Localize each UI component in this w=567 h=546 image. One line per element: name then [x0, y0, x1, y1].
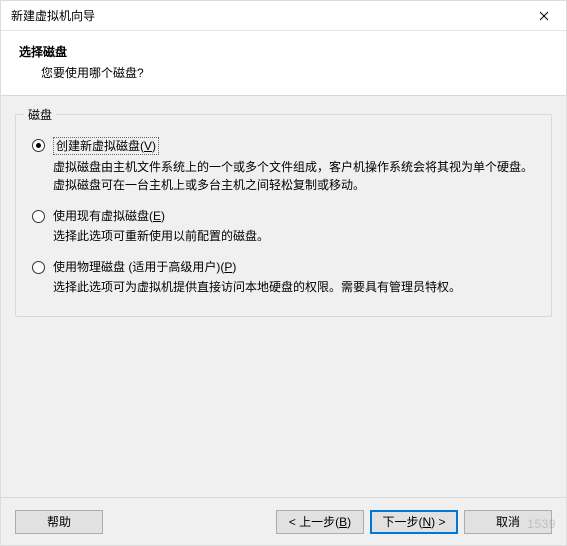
option-existing[interactable]: 使用现有虚拟磁盘(E) 选择此选项可重新使用以前配置的磁盘。	[32, 208, 535, 245]
help-button[interactable]: 帮助	[15, 510, 103, 534]
option-desc: 选择此选项可重新使用以前配置的磁盘。	[53, 227, 535, 245]
option-label: 创建新虚拟磁盘(V)	[53, 137, 159, 155]
close-icon	[539, 11, 549, 21]
content-area: 磁盘 创建新虚拟磁盘(V) 虚拟磁盘由主机文件系统上的一个或多个文件组成，客户机…	[1, 96, 566, 325]
option-desc: 虚拟磁盘由主机文件系统上的一个或多个文件组成，客户机操作系统会将其视为单个硬盘。…	[53, 158, 535, 194]
disk-group: 磁盘 创建新虚拟磁盘(V) 虚拟磁盘由主机文件系统上的一个或多个文件组成，客户机…	[15, 114, 552, 317]
radio-existing[interactable]	[32, 210, 45, 223]
option-physical[interactable]: 使用物理磁盘 (适用于高级用户)(P) 选择此选项可为虚拟机提供直接访问本地硬盘…	[32, 259, 535, 296]
back-button[interactable]: < 上一步(B)	[276, 510, 364, 534]
option-create-new[interactable]: 创建新虚拟磁盘(V) 虚拟磁盘由主机文件系统上的一个或多个文件组成，客户机操作系…	[32, 137, 535, 194]
page-subtitle: 您要使用哪个磁盘?	[41, 64, 548, 81]
group-legend: 磁盘	[24, 106, 56, 123]
close-button[interactable]	[522, 1, 566, 31]
cancel-button[interactable]: 取消	[464, 510, 552, 534]
wizard-header: 选择磁盘 您要使用哪个磁盘?	[1, 31, 566, 96]
page-title: 选择磁盘	[19, 43, 548, 60]
radio-physical[interactable]	[32, 261, 45, 274]
nav-buttons: < 上一步(B) 下一步(N) > 取消	[276, 510, 552, 534]
window-title: 新建虚拟机向导	[11, 7, 95, 24]
titlebar: 新建虚拟机向导	[1, 1, 566, 31]
option-label: 使用物理磁盘 (适用于高级用户)(P)	[53, 260, 236, 274]
wizard-footer: 帮助 < 上一步(B) 下一步(N) > 取消	[1, 497, 566, 545]
option-desc: 选择此选项可为虚拟机提供直接访问本地硬盘的权限。需要具有管理员特权。	[53, 278, 535, 296]
radio-create-new[interactable]	[32, 139, 45, 152]
next-button[interactable]: 下一步(N) >	[370, 510, 458, 534]
option-label: 使用现有虚拟磁盘(E)	[53, 209, 165, 223]
